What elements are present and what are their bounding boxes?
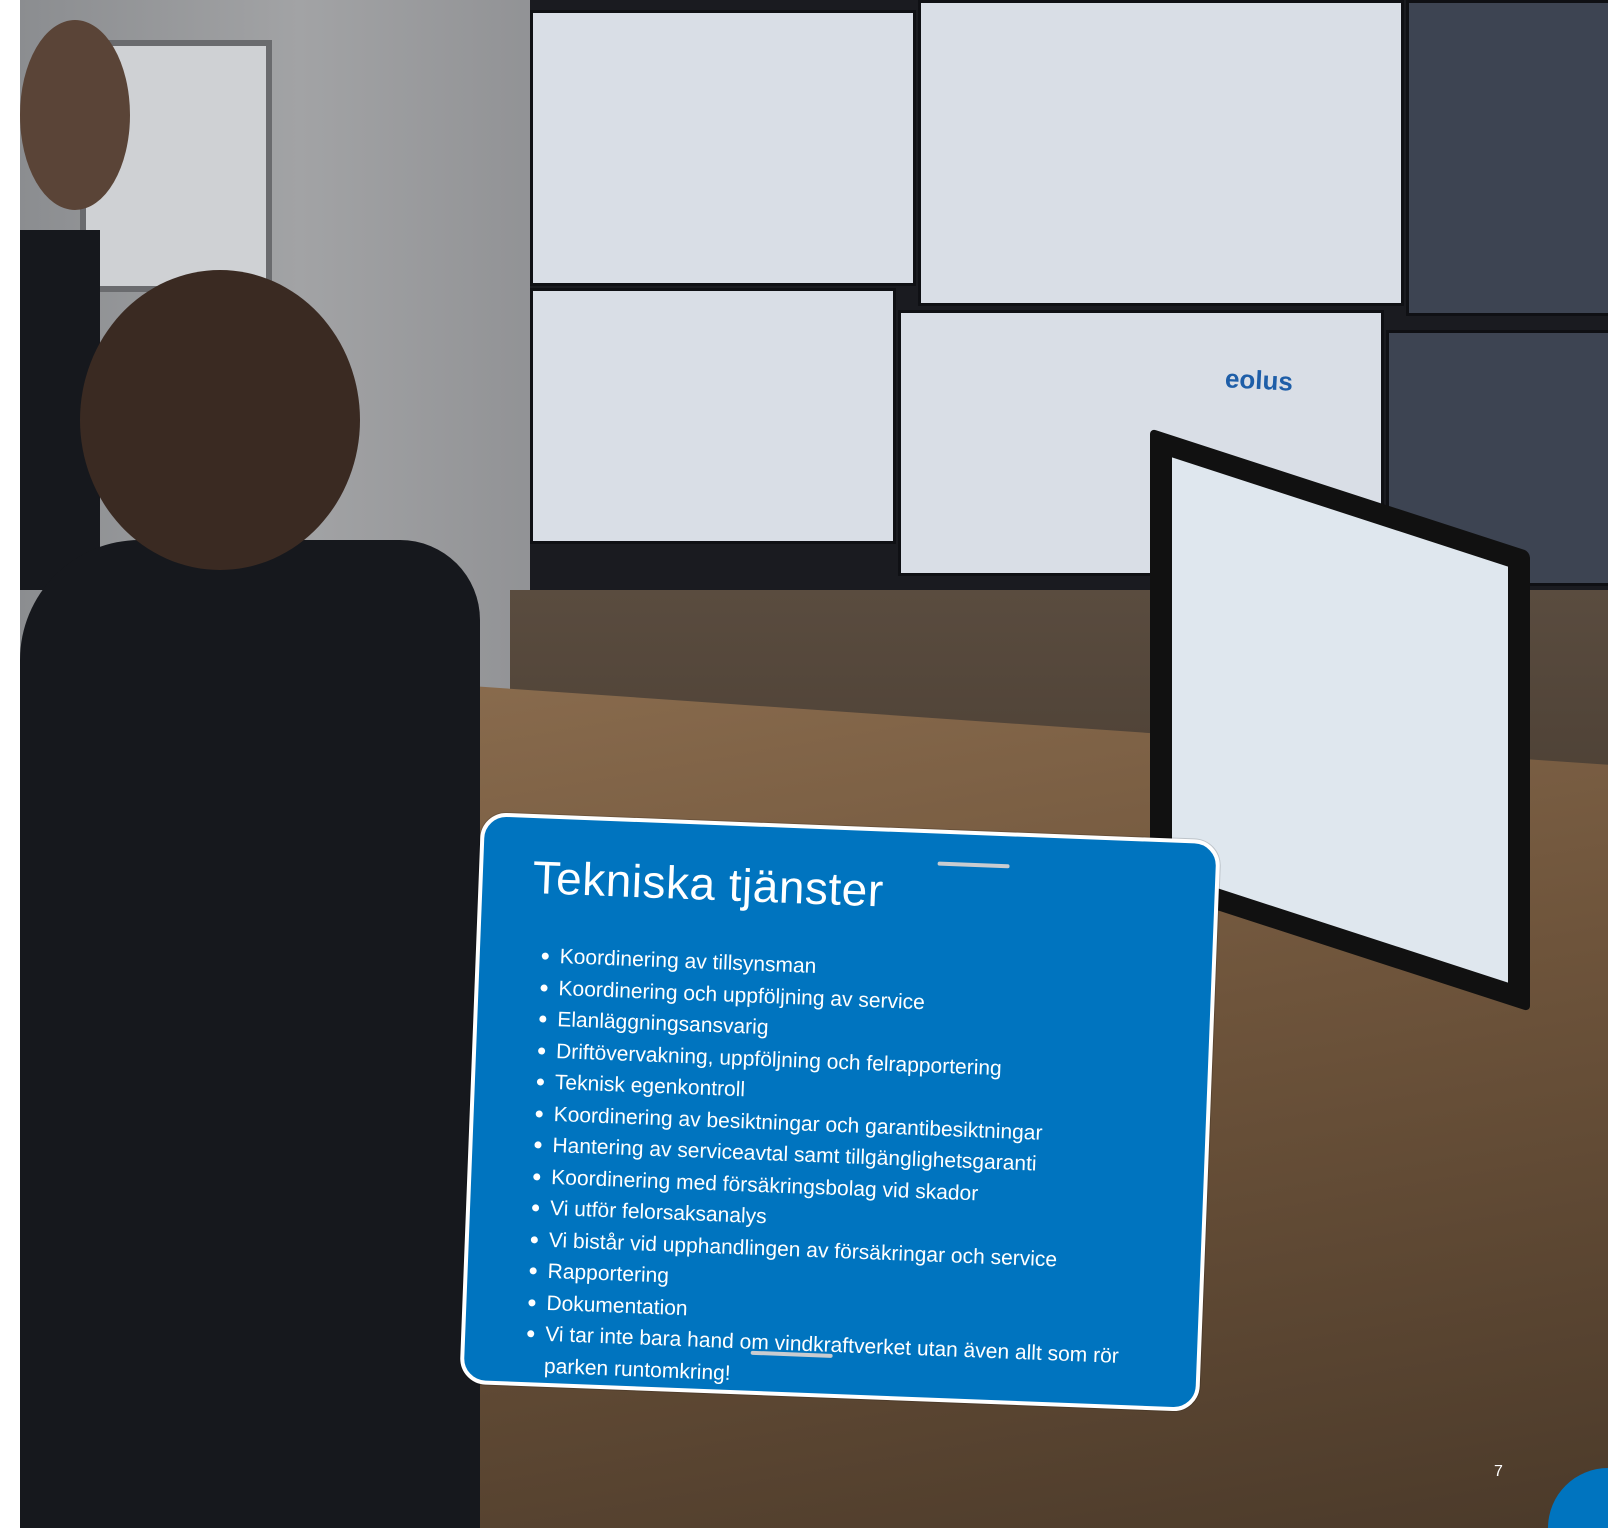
seated-person	[20, 540, 480, 1528]
services-list: Koordinering av tillsynsman Koordinering…	[493, 939, 1181, 1405]
standing-person-head	[20, 20, 130, 210]
video-wall-screen	[1406, 0, 1608, 316]
desk-monitor-screen	[1172, 457, 1508, 983]
video-wall-screen	[530, 10, 916, 286]
seated-person-head	[80, 270, 360, 570]
corner-accent	[1548, 1468, 1608, 1528]
page-number: 7	[1494, 1463, 1503, 1480]
screen-logo: eolus	[1224, 363, 1294, 397]
card-title: Tekniska tjänster	[531, 851, 885, 917]
video-wall-screen	[530, 288, 896, 544]
services-card: Tekniska tjänster Koordinering av tillsy…	[459, 812, 1221, 1412]
video-wall-screen	[918, 0, 1404, 306]
